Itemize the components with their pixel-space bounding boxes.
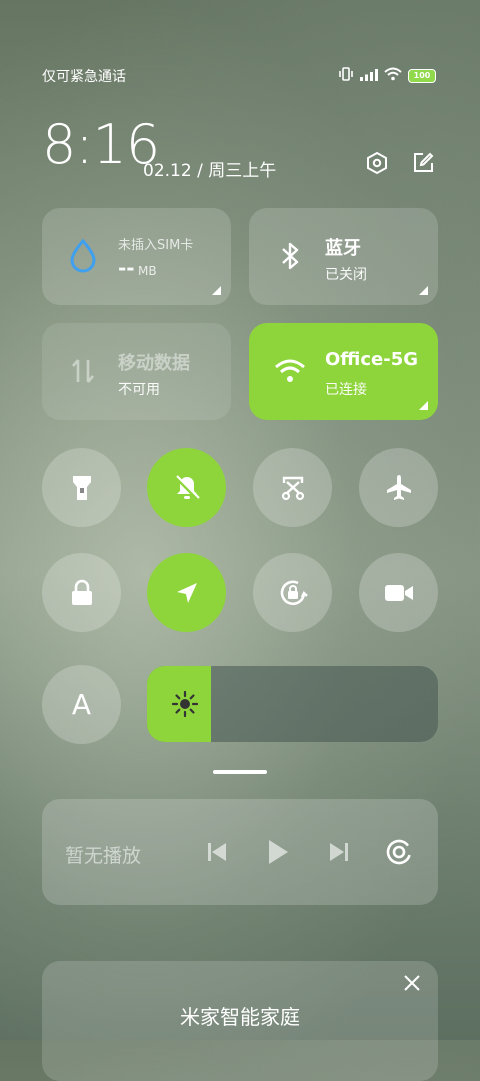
media-player-card: 暂无播放 (42, 799, 438, 905)
video-camera-icon (384, 584, 413, 601)
sim-status-label: 未插入SIM卡 (118, 238, 194, 253)
drag-handle[interactable] (213, 770, 267, 774)
expand-corner-icon (419, 286, 428, 295)
mute-toggle[interactable] (147, 448, 226, 527)
media-status-text: 暂无播放 (65, 845, 142, 867)
data-usage-unit: MB (138, 264, 157, 278)
mobile-data-label: 移动数据 (118, 353, 190, 374)
battery-icon: 100 (408, 68, 436, 83)
mobile-data-status: 不可用 (118, 382, 160, 398)
settings-icon[interactable] (364, 150, 390, 176)
auto-brightness-button[interactable]: A (42, 665, 121, 744)
airplane-mode-toggle[interactable] (359, 448, 438, 527)
flashlight-icon (72, 475, 91, 500)
edit-icon[interactable] (410, 150, 436, 176)
brightness-slider[interactable] (147, 666, 438, 742)
bluetooth-label: 蓝牙 (325, 238, 361, 259)
bluetooth-status: 已关闭 (325, 267, 367, 283)
skip-previous-icon (208, 843, 226, 861)
status-icons: 100 (338, 66, 436, 85)
date-text: 02.12 / 周三上午 (143, 161, 277, 181)
wifi-network-name: Office-5G (325, 349, 419, 370)
location-toggle[interactable] (147, 553, 226, 632)
bell-off-icon (174, 474, 200, 500)
rotation-lock-icon (280, 580, 308, 605)
wifi-status: 已连接 (325, 382, 367, 398)
airplane-icon (386, 474, 411, 500)
next-track-button[interactable] (322, 835, 356, 869)
smart-home-title: 米家智能家庭 (180, 1005, 300, 1029)
wifi-icon (273, 353, 307, 389)
screen-recorder-toggle[interactable] (359, 553, 438, 632)
smart-home-card: 米家智能家庭 (42, 961, 438, 1081)
data-transfer-icon (66, 353, 100, 389)
screenshot-toggle[interactable] (253, 448, 332, 527)
audio-output-button[interactable] (382, 835, 416, 869)
skip-next-icon (330, 843, 348, 861)
wifi-tile[interactable]: Office-5G 已连接 (249, 323, 438, 420)
rotation-lock-toggle[interactable] (253, 553, 332, 632)
auto-brightness-label: A (71, 688, 92, 721)
mobile-data-tile[interactable]: 移动数据 不可用 (42, 323, 231, 420)
previous-track-button[interactable] (200, 835, 234, 869)
data-usage-tile[interactable]: 未插入SIM卡 -- MB (42, 208, 231, 305)
water-drop-icon (66, 238, 100, 274)
location-arrow-icon (176, 582, 197, 603)
vibrate-icon (338, 66, 354, 85)
carrier-status: 仅可紧急通话 (42, 69, 126, 85)
bluetooth-icon (273, 238, 307, 274)
wifi-status-icon (384, 66, 402, 85)
signal-icon (360, 66, 378, 85)
expand-corner-icon (419, 401, 428, 410)
clock-time: 8:16 (42, 113, 160, 176)
data-usage-value: -- (118, 256, 135, 280)
sun-icon (171, 690, 199, 718)
lock-icon (71, 579, 92, 605)
bluetooth-tile[interactable]: 蓝牙 已关闭 (249, 208, 438, 305)
cast-audio-icon (386, 839, 412, 865)
close-icon[interactable] (402, 973, 422, 993)
flashlight-toggle[interactable] (42, 448, 121, 527)
play-button[interactable] (261, 835, 295, 869)
expand-corner-icon (212, 286, 221, 295)
play-icon (269, 840, 288, 864)
lock-screen-toggle[interactable] (42, 553, 121, 632)
scissors-icon (281, 476, 304, 500)
